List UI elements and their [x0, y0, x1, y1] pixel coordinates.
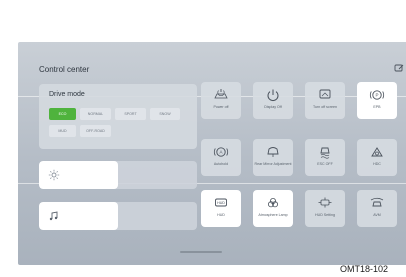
mode-snow-button[interactable]: SNOW: [150, 108, 180, 120]
tile-label: AVM: [373, 213, 381, 217]
volume-slider[interactable]: [39, 202, 197, 230]
drive-mode-title: Drive mode: [49, 91, 85, 98]
atmosphere-lamp-icon: [268, 198, 278, 208]
turn-off-screen-tile[interactable]: Turn off screen: [305, 82, 345, 119]
svg-text:HUD: HUD: [217, 201, 225, 205]
home-indicator[interactable]: [180, 251, 222, 253]
esc-icon: [320, 147, 330, 159]
control-center-screen: Control center Drive mode ECO NORMAL SPO…: [18, 42, 406, 265]
tile-label: Turn off screen: [313, 105, 337, 109]
drive-mode-card: Drive mode ECO NORMAL SPORT SNOW MUD OFF…: [39, 84, 197, 149]
hdc-icon: [371, 147, 383, 157]
mode-normal-button[interactable]: NORMAL: [80, 108, 111, 120]
tile-label: Display Off: [264, 105, 282, 109]
figure-code: OMT18-102: [340, 264, 389, 274]
hud-setting-tile[interactable]: HUD Setting: [305, 190, 345, 227]
mode-offroad-button[interactable]: OFF-ROAD: [80, 125, 111, 137]
avm-icon: [370, 197, 384, 207]
power-off-tile[interactable]: Power off: [201, 82, 241, 119]
mode-eco-button[interactable]: ECO: [49, 108, 76, 120]
edit-icon[interactable]: [394, 63, 404, 73]
svg-text:P: P: [375, 93, 378, 98]
power-icon: [267, 89, 279, 102]
music-note-icon: [49, 211, 58, 221]
tile-label: Power off: [213, 105, 229, 109]
hud-icon: HUD: [215, 198, 227, 207]
hdc-tile[interactable]: HDC: [357, 139, 397, 176]
display-off-tile[interactable]: Display Off: [253, 82, 293, 119]
hud-tile[interactable]: HUD HUD: [201, 190, 241, 227]
autohold-tile[interactable]: A Autohold: [201, 139, 241, 176]
car-power-icon: [214, 89, 228, 99]
tile-label: HUD: [217, 213, 225, 217]
brightness-slider[interactable]: [39, 161, 197, 189]
tile-label: Atmosphere Lamp: [258, 213, 288, 217]
rear-mirror-adjustment-tile[interactable]: Rear Mirror Adjustment: [253, 139, 293, 176]
tile-label: HUD Setting: [315, 213, 335, 217]
mirror-icon: [267, 147, 279, 157]
screen-off-icon: [319, 89, 331, 99]
svg-text:A: A: [219, 150, 222, 155]
tile-label: ESC OFF: [317, 162, 333, 166]
sun-icon: [48, 169, 60, 181]
esc-off-tile[interactable]: ESC OFF: [305, 139, 345, 176]
tile-label: EPB: [373, 105, 381, 109]
autohold-icon: A: [213, 147, 229, 157]
atmosphere-lamp-tile[interactable]: Atmosphere Lamp: [253, 190, 293, 227]
mode-sport-button[interactable]: SPORT: [115, 108, 146, 120]
epb-tile[interactable]: P EPB: [357, 82, 397, 119]
mode-mud-button[interactable]: MUD: [49, 125, 76, 137]
tile-label: HDC: [373, 162, 381, 166]
tile-label: Autohold: [213, 162, 229, 166]
epb-icon: P: [369, 90, 385, 100]
avm-tile[interactable]: AVM: [357, 190, 397, 227]
page-title: Control center: [39, 65, 90, 74]
tile-label: Rear Mirror Adjustment: [254, 162, 292, 166]
hud-setting-icon: [318, 197, 332, 208]
